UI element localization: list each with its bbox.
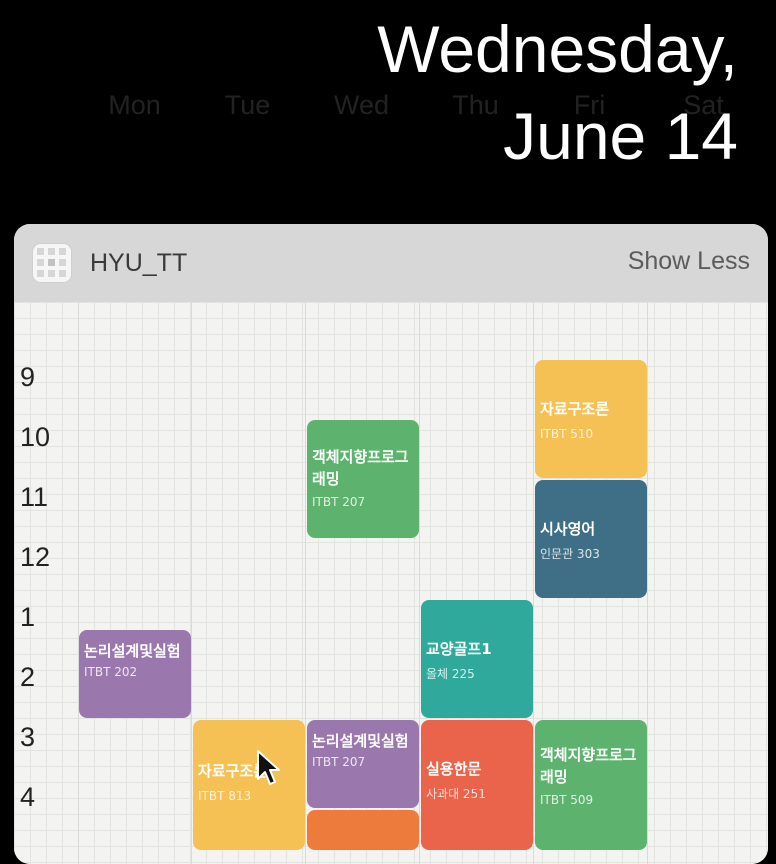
hour-label: 3 — [20, 722, 36, 752]
hour-label: 12 — [20, 542, 51, 572]
class-room: ITBT 510 — [540, 427, 594, 441]
column-divider — [78, 302, 79, 864]
class-block[interactable]: 자료구조론 ITBT 813 — [193, 720, 305, 850]
class-room: ITBT 202 — [84, 665, 138, 679]
class-block[interactable]: 교양골프1 올체 225 — [421, 600, 533, 718]
hour-label: 2 — [20, 662, 36, 692]
class-title: 시사영어 — [540, 520, 596, 538]
widget-app-name: HYU_TT — [90, 249, 188, 277]
hour-label: 4 — [20, 782, 36, 812]
column-divider — [647, 302, 648, 864]
column-divider — [419, 302, 420, 864]
hour-label: 1 — [20, 602, 36, 632]
class-room: 인문관 303 — [540, 547, 600, 561]
hour-label: 11 — [20, 482, 49, 512]
day-header-wed: Wed — [333, 90, 390, 120]
mouse-pointer-icon — [256, 749, 282, 791]
class-room: ITBT 207 — [312, 495, 366, 509]
class-title: 교양골프1 — [426, 640, 492, 658]
hour-label: 9 — [20, 362, 36, 392]
class-block[interactable]: 객체지향프로그래밍 ITBT 207 — [307, 420, 419, 538]
hour-label: 10 — [20, 422, 51, 452]
class-block[interactable]: 객체지향프로그래밍 ITBT 509 — [535, 720, 647, 850]
class-block[interactable]: 실용한문 사과대 251 — [421, 720, 533, 850]
column-divider — [305, 302, 306, 864]
class-title: 자료구조론 — [198, 762, 268, 780]
class-block[interactable]: 자료구조론 ITBT 510 — [535, 360, 647, 478]
class-room: ITBT 813 — [198, 789, 252, 803]
class-block[interactable]: 논리설계및실험 ITBT 207 — [307, 720, 419, 808]
class-room: 사과대 251 — [426, 787, 486, 801]
date-weekday: Wednesday, — [377, 12, 738, 86]
class-title: 객체지향프로그래밍 — [312, 448, 409, 488]
widget-header: HYU_TT Show Less — [14, 224, 768, 302]
class-block[interactable]: 논리설계및실험 ITBT 202 — [79, 630, 191, 718]
class-title: 논리설계및실험 — [312, 732, 409, 750]
class-title: 실용한문 — [426, 760, 482, 778]
day-header-mon: Mon — [108, 90, 161, 120]
day-header-sat: Sat — [683, 90, 724, 120]
column-divider — [533, 302, 534, 864]
grid-app-icon — [32, 243, 72, 283]
class-block[interactable]: 시사영어 인문관 303 — [535, 480, 647, 598]
day-header-tue: Tue — [224, 90, 271, 120]
class-title: 객체지향프로그래밍 — [540, 746, 637, 786]
day-header-thu: Thu — [452, 90, 499, 120]
column-divider — [191, 302, 192, 864]
show-less-button[interactable]: Show Less — [628, 247, 750, 276]
class-block[interactable] — [307, 810, 419, 850]
class-room: ITBT 509 — [540, 793, 594, 807]
class-title: 자료구조론 — [540, 400, 610, 418]
class-room: 올체 225 — [426, 667, 475, 681]
class-room: ITBT 207 — [312, 755, 366, 769]
class-title: 논리설계및실험 — [84, 642, 181, 660]
day-header-fri: Fri — [573, 90, 606, 120]
